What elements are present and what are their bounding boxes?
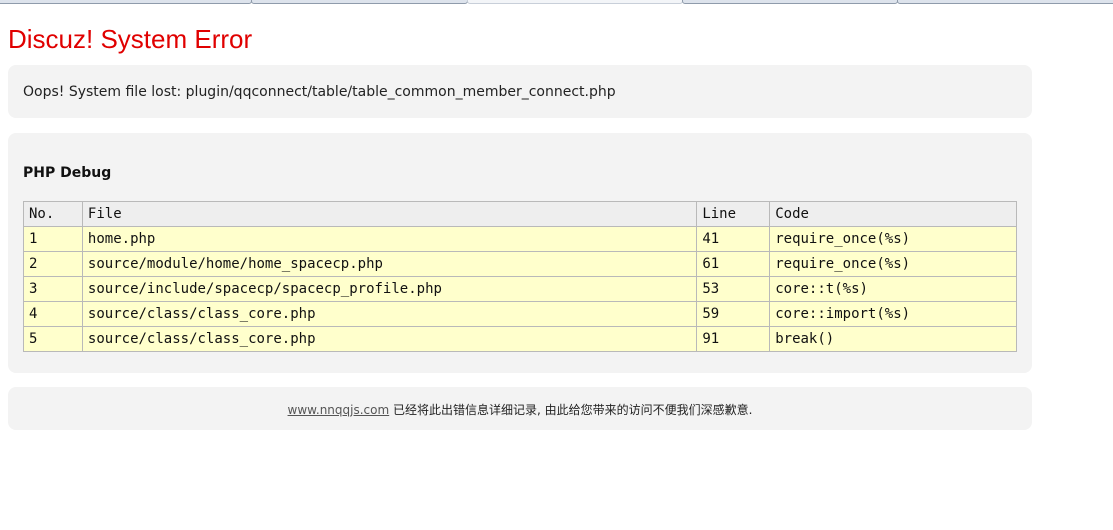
cell-file: source/module/home/home_spacecp.php bbox=[81, 251, 698, 277]
cell-code: break() bbox=[769, 326, 1017, 352]
cell-no: 2 bbox=[23, 251, 83, 277]
cell-no: 3 bbox=[23, 276, 83, 302]
cell-no: 5 bbox=[23, 326, 83, 352]
table-row: 1 home.php 41 require_once(%s) bbox=[23, 226, 1017, 252]
column-header-no: No. bbox=[23, 201, 83, 227]
table-row: 4 source/class/class_core.php 59 core::i… bbox=[23, 301, 1017, 327]
cell-code: require_once(%s) bbox=[769, 251, 1017, 277]
footer-notice: www.nnqqjs.com 已经将此出错信息详细记录, 由此给您带来的访问不便… bbox=[8, 401, 1032, 418]
php-debug-box: PHP Debug No. File Line Code 1 home.php … bbox=[8, 133, 1032, 373]
cell-file: source/class/class_core.php bbox=[81, 301, 698, 327]
cell-line: 41 bbox=[696, 226, 771, 252]
debug-trace-table: No. File Line Code 1 home.php 41 require… bbox=[23, 201, 1017, 352]
table-row: 5 source/class/class_core.php 91 break() bbox=[23, 326, 1017, 352]
cell-line: 59 bbox=[696, 301, 771, 327]
cell-code: require_once(%s) bbox=[769, 226, 1017, 252]
browser-tab-strip bbox=[0, 0, 1113, 7]
browser-tab[interactable] bbox=[251, 0, 468, 4]
browser-tab[interactable] bbox=[682, 0, 898, 4]
cell-line: 53 bbox=[696, 276, 771, 302]
footer-box: www.nnqqjs.com 已经将此出错信息详细记录, 由此给您带来的访问不便… bbox=[8, 387, 1032, 430]
browser-tab-active[interactable] bbox=[467, 0, 683, 4]
cell-file: source/include/spacecp/spacecp_profile.p… bbox=[81, 276, 698, 302]
table-header-row: No. File Line Code bbox=[23, 201, 1017, 227]
error-message-box: Oops! System file lost: plugin/qqconnect… bbox=[8, 65, 1032, 118]
column-header-line: Line bbox=[696, 201, 771, 227]
cell-file: source/class/class_core.php bbox=[81, 326, 698, 352]
column-header-file: File bbox=[81, 201, 698, 227]
cell-code: core::t(%s) bbox=[769, 276, 1017, 302]
browser-tab[interactable] bbox=[897, 0, 1113, 4]
footer-message: 已经将此出错信息详细记录, 由此给您带来的访问不便我们深感歉意. bbox=[389, 403, 753, 417]
page-title: Discuz! System Error bbox=[8, 24, 253, 54]
table-row: 3 source/include/spacecp/spacecp_profile… bbox=[23, 276, 1017, 302]
cell-no: 1 bbox=[23, 226, 83, 252]
browser-tab[interactable] bbox=[0, 0, 252, 4]
cell-line: 61 bbox=[696, 251, 771, 277]
error-message: Oops! System file lost: plugin/qqconnect… bbox=[23, 84, 616, 100]
column-header-code: Code bbox=[769, 201, 1017, 227]
cell-code: core::import(%s) bbox=[769, 301, 1017, 327]
debug-heading: PHP Debug bbox=[23, 165, 112, 181]
cell-no: 4 bbox=[23, 301, 83, 327]
cell-file: home.php bbox=[81, 226, 698, 252]
table-row: 2 source/module/home/home_spacecp.php 61… bbox=[23, 251, 1017, 277]
cell-line: 91 bbox=[696, 326, 771, 352]
site-link[interactable]: www.nnqqjs.com bbox=[288, 403, 390, 417]
